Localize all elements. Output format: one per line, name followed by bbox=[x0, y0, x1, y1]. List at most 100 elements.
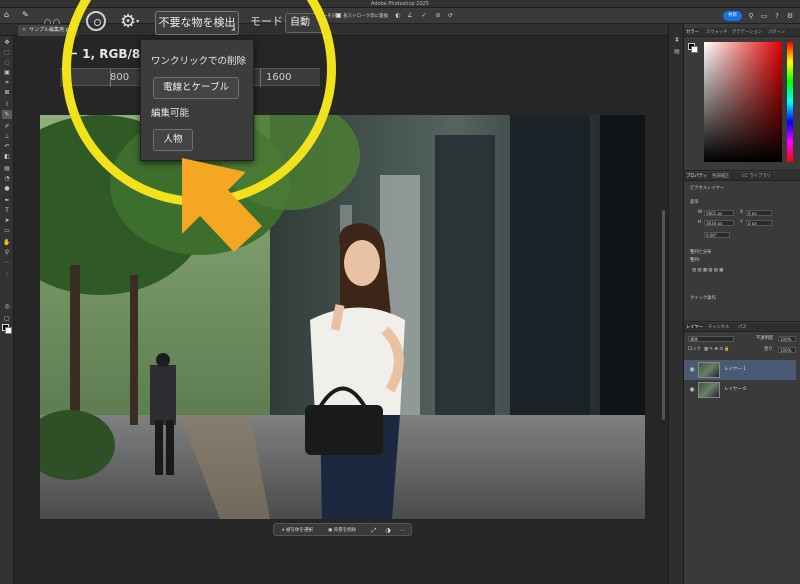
layer-row[interactable]: ◉ レイヤー 1 bbox=[684, 360, 796, 380]
history-brush-tool-icon[interactable]: ↶ bbox=[2, 142, 12, 151]
tab-color[interactable]: カラー bbox=[686, 28, 699, 37]
eye-icon[interactable]: ◉ bbox=[688, 366, 696, 374]
more-options-icon[interactable]: ⋯ bbox=[398, 526, 406, 535]
apply-icon[interactable]: ✓ bbox=[420, 12, 428, 20]
y-field[interactable]: 0 px bbox=[746, 220, 772, 226]
brush-tool-icon[interactable]: ✐ bbox=[2, 122, 12, 131]
remove-tool-icon[interactable]: ✎ bbox=[22, 10, 32, 20]
tab-patterns[interactable]: パターン bbox=[768, 28, 785, 37]
mode-select[interactable]: 自動 bbox=[285, 13, 325, 33]
move-tool-icon[interactable]: ✥ bbox=[2, 38, 12, 47]
align-icons[interactable]: ▥ ▤ ▦ ▧ ▨ ▩ bbox=[692, 268, 723, 274]
gear-icon[interactable]: ⚙▾ bbox=[120, 12, 142, 32]
blur-tool-icon[interactable]: ◔ bbox=[2, 174, 12, 183]
more-tools-icon[interactable]: ⋯ bbox=[2, 258, 12, 267]
align-sublabel: 整列: bbox=[690, 258, 701, 263]
color-picker-field[interactable] bbox=[704, 42, 782, 162]
edit-toolbar-icon[interactable]: ⋮ bbox=[2, 270, 12, 279]
tab-gradients[interactable]: グラデーション bbox=[732, 28, 762, 37]
frame-tool-icon[interactable]: ⊠ bbox=[2, 88, 12, 97]
tools-panel: ✥ ⬚ ◌ ▣ ⌗ ⊠ ⌇ ✎ ✐ ⊥ ↶ ◧ ▤ ◔ ● ✒ T ➤ ▭ ✋ … bbox=[0, 36, 14, 584]
transform-icon[interactable]: ⤢ bbox=[370, 526, 378, 535]
tab-paths[interactable]: パス bbox=[738, 323, 747, 332]
wires-and-cables-button[interactable]: 電線とケーブル bbox=[153, 77, 239, 99]
cancel-icon[interactable]: ⊘ bbox=[434, 12, 442, 20]
reset-icon[interactable]: ↺ bbox=[446, 12, 454, 20]
remove-tool-active-icon[interactable]: ✎ bbox=[2, 110, 12, 119]
opacity-field[interactable]: 100% bbox=[778, 336, 796, 342]
close-tab-icon[interactable]: × bbox=[22, 25, 26, 36]
chevron-down-icon: ◢ bbox=[231, 26, 235, 32]
dodge-tool-icon[interactable]: ● bbox=[2, 184, 12, 193]
target-icon[interactable] bbox=[86, 11, 106, 31]
search-icon[interactable]: ⚲ bbox=[746, 11, 756, 21]
fill-field[interactable]: 100% bbox=[778, 347, 796, 353]
background-color-swatch[interactable] bbox=[5, 327, 12, 334]
tab-swatches[interactable]: スウォッチ bbox=[706, 28, 727, 37]
path-select-tool-icon[interactable]: ➤ bbox=[2, 216, 12, 225]
tab-channels[interactable]: チャンネル bbox=[708, 323, 729, 332]
pen-tool-icon[interactable]: ✒ bbox=[2, 196, 12, 205]
stroke-overlay-label: 長ストローク等に置換 bbox=[343, 14, 388, 19]
tab-adjustments[interactable]: 色調補正 bbox=[712, 172, 729, 181]
mode-label: モード bbox=[250, 15, 283, 28]
gradient-tool-icon[interactable]: ▤ bbox=[2, 164, 12, 173]
align-distribute-heading: 整列と分布 bbox=[690, 250, 712, 255]
layer-row[interactable]: ◉ レイヤー 0 bbox=[684, 380, 796, 400]
tab-properties[interactable]: プロパティ bbox=[686, 172, 707, 181]
lasso-tool-icon[interactable]: ◌ bbox=[2, 58, 12, 67]
width-field[interactable]: 5801 px bbox=[704, 210, 734, 216]
tab-cc-libraries[interactable]: CC ライブラリ bbox=[742, 172, 771, 181]
object-select-tool-icon[interactable]: ▣ bbox=[2, 68, 12, 77]
adjustment-icon[interactable]: ◑ bbox=[384, 526, 392, 535]
hue-slider[interactable] bbox=[787, 42, 793, 162]
document-tab[interactable]: × サンプル編集用.psd bbox=[18, 25, 78, 36]
home-icon[interactable]: ⌂ bbox=[4, 10, 14, 20]
remove-background-button[interactable]: ▣ 背景を削除 bbox=[328, 526, 356, 535]
eye-icon[interactable]: ◉ bbox=[688, 386, 696, 394]
color-panel-tabs: カラー スウォッチ グラデーション パターン bbox=[684, 28, 800, 37]
clone-stamp-tool-icon[interactable]: ⊥ bbox=[2, 132, 12, 141]
layer-thumbnail bbox=[698, 362, 720, 378]
canvas-vertical-scrollbar[interactable] bbox=[662, 210, 665, 420]
screen-mode-icon[interactable]: ▢ bbox=[2, 314, 12, 323]
blend-mode-select[interactable]: 通常 bbox=[688, 336, 734, 342]
select-subject-button[interactable]: ⌖ 被写体を選択 bbox=[282, 526, 313, 535]
share-button[interactable]: 共有 bbox=[723, 11, 742, 21]
select-subject-label: 被写体を選択 bbox=[285, 528, 313, 533]
quick-mask-icon[interactable]: ◎ bbox=[2, 302, 12, 311]
x-field[interactable]: 0 px bbox=[746, 210, 772, 216]
marquee-tool-icon[interactable]: ⬚ bbox=[2, 48, 12, 57]
height-field[interactable]: 3634 px bbox=[704, 220, 734, 226]
angle-field[interactable]: 0.00° bbox=[704, 232, 730, 238]
x-label: X bbox=[740, 210, 743, 215]
settings-icon[interactable]: ⚙ bbox=[785, 11, 795, 21]
type-tool-icon[interactable]: T bbox=[2, 206, 12, 215]
photoshop-window: Adobe Photoshop 2025 ⌂ ✎ 全レイヤーを対象 長ストローク… bbox=[0, 0, 800, 584]
help-icon[interactable]: ? bbox=[772, 11, 782, 21]
brush-size-presets[interactable] bbox=[44, 11, 70, 26]
people-button[interactable]: 人物 bbox=[153, 129, 193, 151]
document-canvas-photo[interactable] bbox=[40, 115, 645, 519]
quick-actions-heading[interactable]: クイック操作 bbox=[690, 296, 716, 302]
workspace-icon[interactable]: ▭ bbox=[759, 11, 769, 21]
ruler-tick bbox=[260, 69, 261, 87]
angle-icon[interactable]: ∠ bbox=[406, 12, 414, 20]
lock-icons[interactable]: ▦ ✎ ✥ ⊡ 🔒 bbox=[704, 347, 730, 353]
color-panel-background-swatch[interactable] bbox=[691, 46, 698, 53]
shape-tool-icon[interactable]: ▭ bbox=[2, 226, 12, 235]
transform-heading: 変形 bbox=[690, 200, 699, 205]
eyedropper-tool-icon[interactable]: ⌇ bbox=[2, 100, 12, 109]
hand-tool-icon[interactable]: ✋ bbox=[2, 238, 12, 247]
zoom-tool-icon[interactable]: ⚲ bbox=[2, 248, 12, 257]
magnified-document-title: ー 1, RGB/8) bbox=[66, 47, 146, 61]
title-bar: Adobe Photoshop 2025 bbox=[0, 0, 800, 8]
eraser-tool-icon[interactable]: ◧ bbox=[2, 152, 12, 161]
pressure-icon[interactable]: ◐ bbox=[394, 12, 402, 20]
crop-tool-icon[interactable]: ⌗ bbox=[2, 78, 12, 87]
detect-distractions-button[interactable]: 不要な物を検出 ◢ bbox=[155, 11, 239, 35]
history-panel-icon[interactable]: ⧗ bbox=[673, 36, 681, 44]
comments-panel-icon[interactable]: ▤ bbox=[673, 48, 681, 56]
tab-layers[interactable]: レイヤー bbox=[686, 323, 703, 332]
stroke-overlay-checkbox[interactable]: 長ストローク等に置換 bbox=[336, 13, 388, 20]
